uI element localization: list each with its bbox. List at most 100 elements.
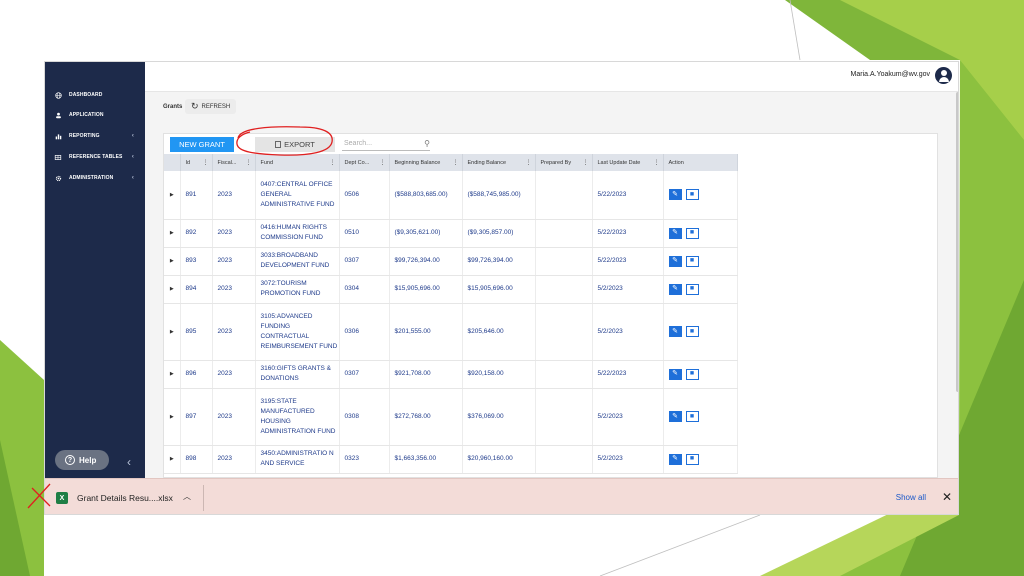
cell-fiscal: 2023: [212, 275, 256, 304]
cell-fund: 3450:ADMINISTRATIO N AND SERVICE: [255, 445, 340, 474]
edit-icon[interactable]: ✎: [668, 189, 682, 201]
expand-row-icon[interactable]: ▶: [164, 275, 181, 304]
table-row[interactable]: ▶ 896 2023 3160:GIFTS GRANTS & DONATIONS…: [164, 360, 738, 389]
cell-ending-balance: $20,960,160.00: [462, 445, 536, 474]
trash-icon[interactable]: ■: [685, 453, 699, 465]
show-all-link[interactable]: Show all: [896, 493, 926, 502]
cell-dept: 0510: [339, 219, 390, 248]
collapse-sidebar-icon[interactable]: ‹: [127, 455, 131, 469]
cell-beginning-balance: $15,905,696.00: [389, 275, 463, 304]
expand-row-icon[interactable]: ▶: [164, 445, 181, 474]
download-file-name[interactable]: Grant Details Resu....xlsx: [77, 493, 173, 503]
refresh-icon: ↻: [191, 101, 199, 111]
expand-row-icon[interactable]: ▶: [164, 360, 181, 389]
cell-id: 893: [180, 247, 213, 276]
table-row[interactable]: ▶ 893 2023 3033:BROADBAND DEVELOPMENT FU…: [164, 247, 738, 276]
cell-beginning-balance: $99,726,394.00: [389, 247, 463, 276]
chevron-up-icon[interactable]: ︿: [183, 491, 191, 502]
sidebar-item-reference-tables[interactable]: REFERENCE TABLES ‹: [53, 150, 141, 164]
refresh-button[interactable]: ↻ REFRESH: [185, 99, 237, 114]
cell-fiscal: 2023: [212, 360, 256, 389]
trash-icon[interactable]: ■: [685, 368, 699, 380]
expand-row-icon[interactable]: ▶: [164, 219, 181, 248]
table-row[interactable]: ▶ 894 2023 3072:TOURISM PROMOTION FUND 0…: [164, 275, 738, 304]
edit-icon[interactable]: ✎: [668, 326, 682, 337]
trash-icon[interactable]: ■: [685, 227, 699, 239]
close-icon[interactable]: ✕: [942, 490, 952, 504]
column-header-last-update[interactable]: Last Update Date ⋮: [592, 154, 664, 171]
divider: [203, 485, 204, 511]
sidebar-item-label: APPLICATION: [69, 112, 104, 118]
edit-icon[interactable]: ✎: [668, 227, 682, 239]
column-header-dept[interactable]: Dept Co... ⋮: [339, 154, 390, 171]
sidebar-item-administration[interactable]: ADMINISTRATION ‹: [53, 171, 141, 185]
expand-row-icon[interactable]: ▶: [164, 388, 181, 446]
column-menu-icon[interactable]: ⋮: [453, 159, 459, 166]
edit-icon[interactable]: ✎: [668, 453, 682, 465]
vertical-scrollbar[interactable]: [956, 92, 958, 392]
table-row[interactable]: ▶ 891 2023 0407:CENTRAL OFFICE GENERAL A…: [164, 171, 738, 220]
cell-dept: 0306: [339, 303, 390, 361]
cell-id: 891: [180, 171, 213, 220]
cell-id: 892: [180, 219, 213, 248]
sidebar-item-dashboard[interactable]: DASHBOARD: [53, 88, 141, 102]
avatar[interactable]: [935, 67, 952, 84]
grants-grid-panel: NEW GRANT EXPORT Search... ⚲ Id ⋮ Fiscal.…: [163, 133, 938, 478]
help-button[interactable]: ? Help: [55, 450, 109, 470]
edit-icon[interactable]: ✎: [668, 411, 682, 422]
cell-id: 896: [180, 360, 213, 389]
cell-prepared-by: [535, 219, 593, 248]
cell-prepared-by: [535, 171, 593, 220]
trash-icon[interactable]: ■: [685, 326, 699, 337]
trash-icon[interactable]: ■: [685, 255, 699, 267]
cell-fund: 3195:STATE MANUFACTURED HOUSING ADMINIST…: [255, 388, 340, 446]
table-icon: [53, 153, 63, 161]
trash-icon[interactable]: ■: [685, 411, 699, 422]
new-grant-button[interactable]: NEW GRANT: [170, 137, 234, 152]
edit-icon[interactable]: ✎: [668, 368, 682, 380]
cell-last-update: 5/22/2023: [592, 219, 664, 248]
sidebar-item-label: REPORTING: [69, 133, 100, 139]
globe-icon: [53, 91, 63, 99]
cell-prepared-by: [535, 445, 593, 474]
gear-icon: [53, 174, 63, 182]
cell-action: ✎ ■: [663, 247, 738, 276]
column-header-id[interactable]: Id ⋮: [180, 154, 213, 171]
trash-icon[interactable]: ■: [685, 283, 699, 295]
cell-dept: 0307: [339, 360, 390, 389]
cell-fund: 3160:GIFTS GRANTS & DONATIONS: [255, 360, 340, 389]
column-header-ending-balance[interactable]: Ending Balance ⋮: [462, 154, 536, 171]
column-menu-icon[interactable]: ⋮: [203, 159, 209, 166]
cell-dept: 0308: [339, 388, 390, 446]
expand-row-icon[interactable]: ▶: [164, 247, 181, 276]
sidebar-item-reporting[interactable]: REPORTING ‹: [53, 129, 141, 143]
column-menu-icon[interactable]: ⋮: [583, 159, 589, 166]
sidebar-item-application[interactable]: APPLICATION: [53, 108, 141, 122]
expand-row-icon[interactable]: ▶: [164, 171, 181, 220]
edit-icon[interactable]: ✎: [668, 283, 682, 295]
edit-icon[interactable]: ✎: [668, 255, 682, 267]
sidebar-item-label: REFERENCE TABLES: [69, 154, 123, 160]
cell-ending-balance: $920,158.00: [462, 360, 536, 389]
column-menu-icon[interactable]: ⋮: [380, 159, 386, 166]
cell-fiscal: 2023: [212, 171, 256, 220]
table-row[interactable]: ▶ 898 2023 3450:ADMINISTRATIO N AND SERV…: [164, 445, 738, 474]
cell-id: 895: [180, 303, 213, 361]
expand-row-icon[interactable]: ▶: [164, 303, 181, 361]
search-icon[interactable]: ⚲: [424, 137, 430, 151]
cell-fiscal: 2023: [212, 247, 256, 276]
column-header-beginning-balance[interactable]: Beginning Balance ⋮: [389, 154, 463, 171]
cell-last-update: 5/2/2023: [592, 388, 664, 446]
trash-icon[interactable]: ■: [685, 189, 699, 201]
chevron-left-icon: ‹: [131, 154, 134, 160]
column-header-prepared-by[interactable]: Prepared By ⋮: [535, 154, 593, 171]
table-row[interactable]: ▶ 897 2023 3195:STATE MANUFACTURED HOUSI…: [164, 388, 738, 446]
column-menu-icon[interactable]: ⋮: [526, 159, 532, 166]
cell-prepared-by: [535, 303, 593, 361]
table-row[interactable]: ▶ 892 2023 0416:HUMAN RIGHTS COMMISSION …: [164, 219, 738, 248]
search-input[interactable]: Search... ⚲: [342, 137, 430, 151]
cell-prepared-by: [535, 275, 593, 304]
refresh-label: REFRESH: [201, 103, 231, 110]
table-row[interactable]: ▶ 895 2023 3105:ADVANCED FUNDING CONTRAC…: [164, 303, 738, 361]
column-menu-icon[interactable]: ⋮: [654, 159, 660, 166]
